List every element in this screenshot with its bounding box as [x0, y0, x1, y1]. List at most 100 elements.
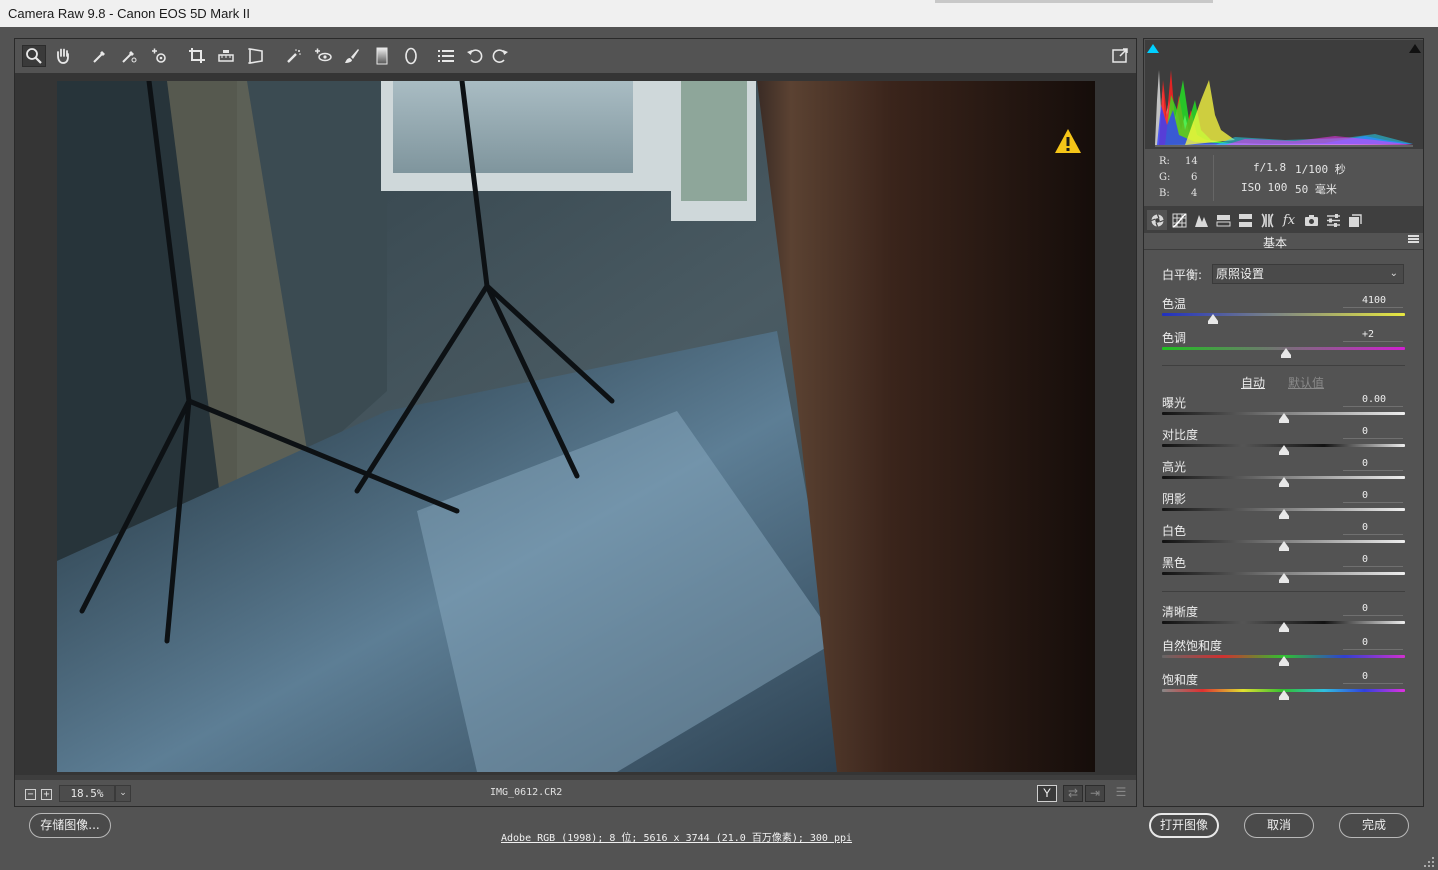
lens-corrections-tab-icon[interactable]: [1257, 210, 1277, 230]
b-value: 4: [1191, 188, 1198, 199]
auto-link[interactable]: 自动: [1241, 374, 1265, 391]
preview-area[interactable]: [15, 73, 1136, 775]
aperture: f/1.8: [1253, 161, 1287, 174]
red-eye-tool-icon[interactable]: [311, 45, 335, 67]
iso: ISO 100: [1241, 181, 1288, 194]
toolbar: [15, 39, 1136, 73]
r-label: R:: [1159, 156, 1170, 167]
camera-calibration-tab-icon[interactable]: [1301, 210, 1321, 230]
basic-tab-icon[interactable]: [1147, 210, 1167, 230]
rgb-readout: R: 14 G: 6 B: 4 f/1.8 1/100 秒 ISO 100 50…: [1145, 151, 1423, 207]
cancel-button[interactable]: 取消: [1244, 813, 1314, 838]
main-area: − + 18.5% ⌄ IMG_0612.CR2 Y ⇄ ⇥ ☰: [14, 38, 1137, 807]
zoom-out-button[interactable]: −: [25, 789, 36, 800]
zoom-level[interactable]: 18.5%: [59, 785, 115, 802]
slider-value-field[interactable]: 0.00: [1343, 392, 1403, 407]
slider-value-field[interactable]: +2: [1343, 327, 1403, 342]
slider-value-field[interactable]: 0: [1343, 635, 1403, 650]
slider-label: 曝光: [1162, 396, 1187, 410]
slider-thumb[interactable]: [1208, 314, 1219, 324]
split-toning-tab-icon[interactable]: [1235, 210, 1255, 230]
white-balance-label: 白平衡:: [1162, 268, 1203, 282]
save-image-button[interactable]: 存储图像...: [29, 813, 111, 838]
slider-thumb[interactable]: [1278, 541, 1289, 551]
resize-grip-icon[interactable]: [1424, 857, 1434, 867]
rotate-left-icon[interactable]: [463, 45, 487, 67]
slider-thumb[interactable]: [1278, 413, 1289, 423]
slider-label: 色温: [1162, 297, 1187, 311]
fullscreen-icon[interactable]: [1108, 45, 1132, 67]
copy-settings-icon[interactable]: ⇥: [1085, 785, 1105, 802]
before-after-view-button[interactable]: Y: [1037, 785, 1057, 802]
hsl-tab-icon[interactable]: [1213, 210, 1233, 230]
r-value: 14: [1185, 156, 1198, 167]
slider-thumb[interactable]: [1280, 348, 1291, 358]
slider-label: 阴影: [1162, 492, 1187, 506]
swap-settings-icon[interactable]: ⇄: [1063, 785, 1083, 802]
shutter-speed: 1/100 秒: [1295, 163, 1346, 176]
slider-value-field[interactable]: 4100: [1343, 293, 1403, 308]
snapshots-tab-icon[interactable]: [1345, 210, 1365, 230]
chevron-down-icon: ⌄: [1389, 268, 1398, 279]
white-balance-select[interactable]: 原照设置 ⌄: [1212, 264, 1404, 284]
slider-label: 高光: [1162, 460, 1187, 474]
workflow-options-link[interactable]: Adobe RGB (1998); 8 位; 5616 x 3744 (21.0…: [501, 829, 852, 844]
focal-length: 50 毫米: [1295, 183, 1337, 196]
slider-thumb[interactable]: [1278, 573, 1289, 583]
section-divider: [1144, 249, 1423, 250]
slider-thumb[interactable]: [1278, 656, 1289, 666]
histogram-graph: [1145, 40, 1423, 149]
zoom-dropdown-icon[interactable]: ⌄: [115, 785, 131, 802]
effects-tab-icon[interactable]: fx: [1279, 210, 1299, 230]
slider-label: 饱和度: [1162, 673, 1199, 687]
adjustment-brush-tool-icon[interactable]: [340, 45, 364, 67]
slider-value-field[interactable]: 0: [1343, 669, 1403, 684]
zoom-tool-icon[interactable]: [22, 45, 46, 67]
slider-track[interactable]: [1162, 313, 1405, 316]
slider-value-field[interactable]: 0: [1343, 488, 1403, 503]
separator: [1162, 591, 1405, 592]
crop-tool-icon[interactable]: [185, 45, 209, 67]
target-adjustment-tool-icon[interactable]: [147, 45, 171, 67]
slider-value-field[interactable]: 0: [1343, 456, 1403, 471]
preferences-tool-icon[interactable]: [434, 45, 458, 67]
tone-curve-tab-icon[interactable]: [1169, 210, 1189, 230]
panel-menu-icon[interactable]: [1408, 235, 1419, 244]
straighten-tool-icon[interactable]: [214, 45, 238, 67]
presets-tab-icon[interactable]: [1323, 210, 1343, 230]
transform-tool-icon[interactable]: [244, 45, 268, 67]
done-button[interactable]: 完成: [1339, 813, 1409, 838]
slider-value-field[interactable]: 0: [1343, 424, 1403, 439]
rotate-right-icon[interactable]: [488, 45, 512, 67]
warning-icon[interactable]: [1053, 127, 1083, 155]
slider-thumb[interactable]: [1278, 622, 1289, 632]
graduated-filter-tool-icon[interactable]: [370, 45, 394, 67]
window-titlebar: Camera Raw 9.8 - Canon EOS 5D Mark II: [0, 0, 1438, 27]
hand-tool-icon[interactable]: [51, 45, 75, 67]
slider-value-field[interactable]: 0: [1343, 552, 1403, 567]
histogram: [1145, 40, 1423, 149]
preview-statusbar: − + 18.5% ⌄ IMG_0612.CR2 Y ⇄ ⇥ ☰: [15, 780, 1136, 806]
radial-filter-tool-icon[interactable]: [399, 45, 423, 67]
detail-tab-icon[interactable]: [1191, 210, 1211, 230]
spot-removal-tool-icon[interactable]: [282, 45, 306, 67]
window-title: Camera Raw 9.8 - Canon EOS 5D Mark II: [8, 6, 251, 21]
white-balance-tool-icon[interactable]: [88, 45, 112, 67]
slider-thumb[interactable]: [1278, 445, 1289, 455]
slider-value-field[interactable]: 0: [1343, 520, 1403, 535]
panel-tabs: fx: [1144, 206, 1423, 233]
open-image-button[interactable]: 打开图像: [1149, 813, 1219, 838]
slider-label: 白色: [1162, 524, 1187, 538]
white-balance-value: 原照设置: [1216, 267, 1265, 281]
slider-thumb[interactable]: [1278, 690, 1289, 700]
slider-thumb[interactable]: [1278, 509, 1289, 519]
color-sampler-tool-icon[interactable]: [117, 45, 141, 67]
toggle-settings-icon[interactable]: ☰: [1111, 785, 1131, 802]
slider-label: 黑色: [1162, 556, 1187, 570]
photo-preview[interactable]: [57, 81, 1095, 772]
zoom-in-button[interactable]: +: [41, 789, 52, 800]
default-link[interactable]: 默认值: [1288, 374, 1324, 391]
bottom-bar: 存储图像... Adobe RGB (1998); 8 位; 5616 x 37…: [0, 813, 1438, 863]
slider-value-field[interactable]: 0: [1343, 601, 1403, 616]
slider-thumb[interactable]: [1278, 477, 1289, 487]
